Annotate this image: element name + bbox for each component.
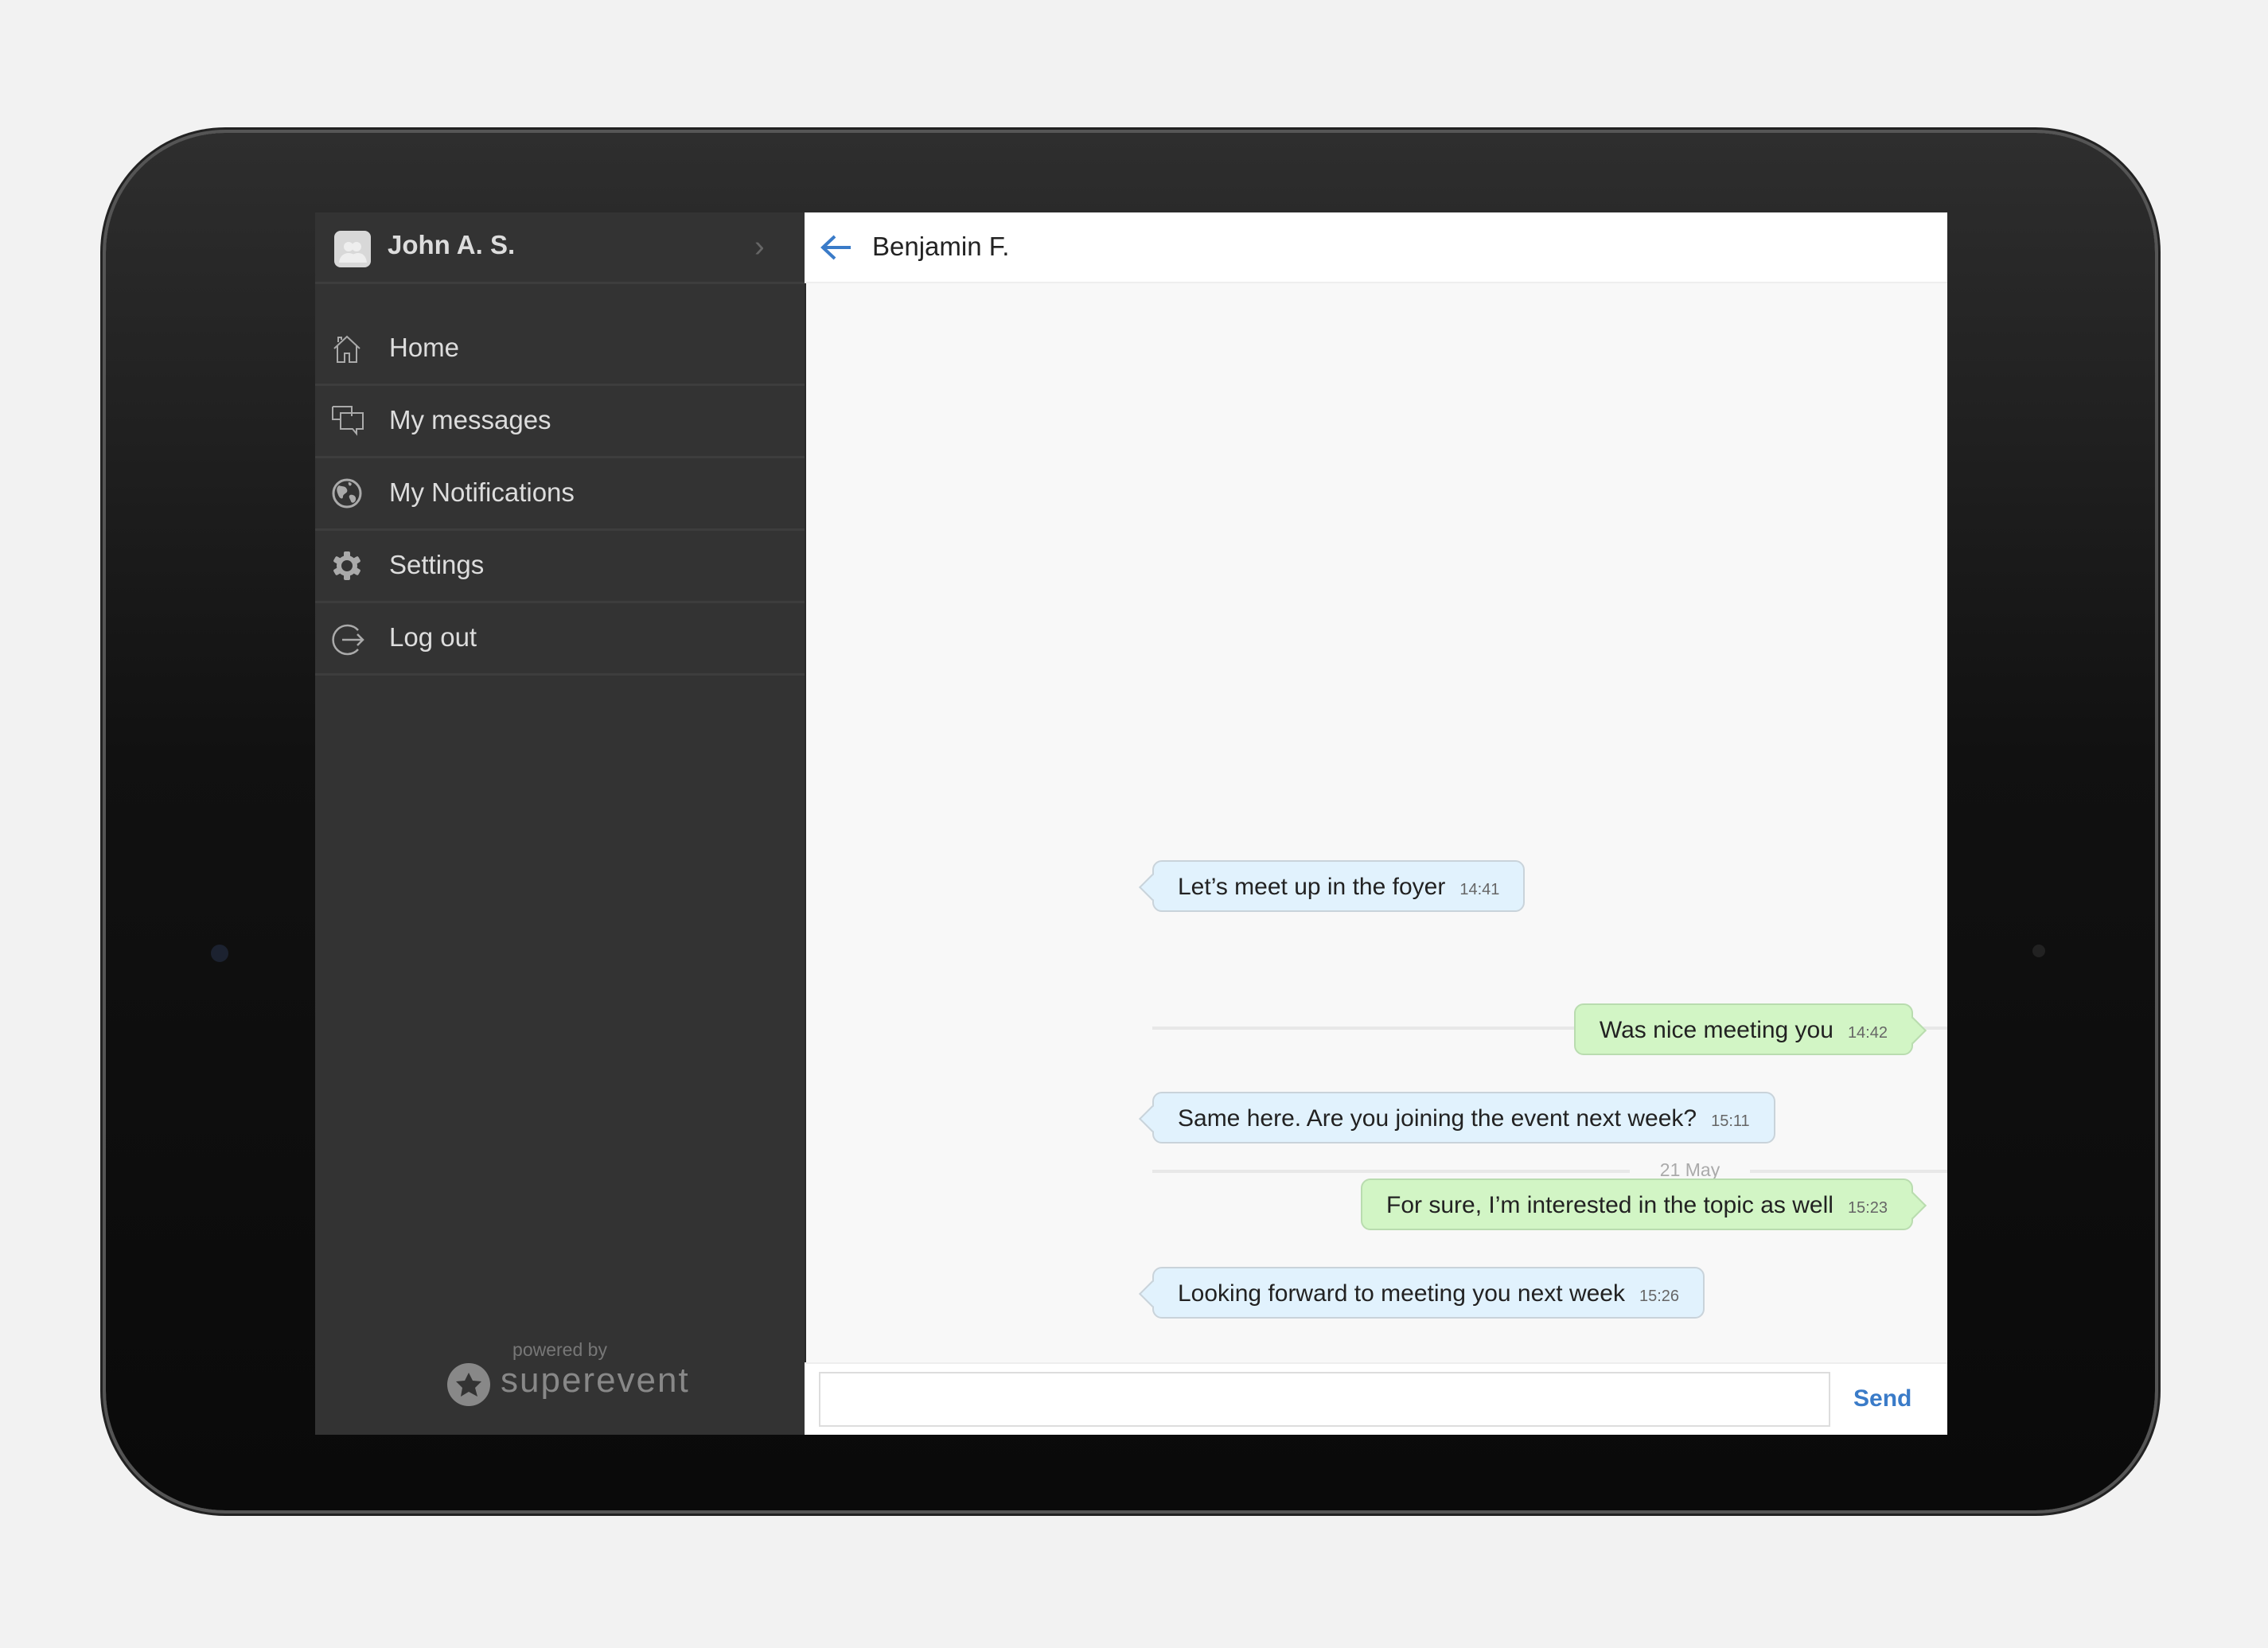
message-sent: Was nice meeting you 14:42 bbox=[1573, 1003, 1913, 1055]
avatar bbox=[334, 231, 371, 267]
message-sent: For sure, I’m interested in the topic as… bbox=[1361, 1179, 1913, 1230]
sidebar-item-my-messages[interactable]: My messages bbox=[315, 386, 805, 458]
globe-icon bbox=[332, 478, 362, 508]
date-label: 21 May bbox=[1659, 1159, 1720, 1180]
sidebar-item-label: My messages bbox=[389, 405, 551, 434]
gear-icon bbox=[333, 551, 360, 580]
message-time: 15:23 bbox=[1847, 1199, 1888, 1217]
back-arrow-icon[interactable] bbox=[819, 233, 854, 262]
message-text: Was nice meeting you bbox=[1599, 1017, 1833, 1043]
sensor bbox=[2032, 945, 2045, 957]
logout-icon bbox=[332, 624, 364, 656]
sidebar-item-label: My Notifications bbox=[389, 477, 575, 507]
user-placeholder-icon bbox=[339, 242, 367, 263]
message-text: Same here. Are you joining the event nex… bbox=[1178, 1105, 1697, 1132]
message-time: 15:11 bbox=[1711, 1112, 1750, 1130]
sidebar-item-home[interactable]: Home bbox=[315, 314, 805, 386]
message-time: 14:42 bbox=[1847, 1024, 1888, 1042]
sidebar-item-my-notifications[interactable]: My Notifications bbox=[315, 458, 805, 531]
message-text: Looking forward to meeting you next week bbox=[1178, 1280, 1625, 1307]
camera-lens bbox=[211, 945, 228, 962]
message-time: 15:26 bbox=[1639, 1288, 1680, 1305]
star-logo-icon bbox=[447, 1363, 490, 1406]
sidebar-item-label: Home bbox=[389, 333, 460, 362]
chat-header: Benjamin F. bbox=[805, 212, 1947, 283]
sidebar-item-label: Settings bbox=[389, 550, 485, 579]
sidebar-item-settings[interactable]: Settings bbox=[315, 531, 805, 603]
message-input[interactable] bbox=[819, 1372, 1830, 1427]
contact-name: Benjamin F. bbox=[872, 232, 1010, 261]
message-received: Let’s meet up in the foyer 14:41 bbox=[1152, 860, 1526, 912]
message-text: For sure, I’m interested in the topic as… bbox=[1386, 1192, 1833, 1218]
message-received: Looking forward to meeting you next week… bbox=[1152, 1267, 1705, 1319]
send-button[interactable]: Send bbox=[1853, 1385, 1911, 1412]
profile-header[interactable]: John A. S. › bbox=[315, 212, 805, 284]
sidebar-item-log-out[interactable]: Log out bbox=[315, 603, 805, 676]
message-time: 14:41 bbox=[1459, 881, 1500, 898]
sidebar-item-label: Log out bbox=[389, 622, 477, 652]
chat-panel: Benjamin F. 20 May Let’s meet up in the … bbox=[805, 212, 1947, 1435]
brand-name: superevent bbox=[501, 1361, 690, 1400]
message-text: Let’s meet up in the foyer bbox=[1178, 874, 1446, 900]
sidebar-menu: Home My messages My Notifications Settin… bbox=[315, 314, 805, 676]
user-name: John A. S. bbox=[388, 230, 516, 259]
home-icon bbox=[333, 335, 360, 363]
compose-bar: Send bbox=[805, 1362, 1947, 1435]
messages-icon bbox=[332, 406, 364, 436]
sidebar: John A. S. › Home My messages My Notific… bbox=[315, 212, 806, 1435]
powered-by-label: powered by bbox=[512, 1339, 607, 1360]
message-received: Same here. Are you joining the event nex… bbox=[1152, 1092, 1775, 1143]
app-screen: John A. S. › Home My messages My Notific… bbox=[315, 212, 1947, 1435]
chevron-right-icon[interactable]: › bbox=[754, 230, 765, 264]
